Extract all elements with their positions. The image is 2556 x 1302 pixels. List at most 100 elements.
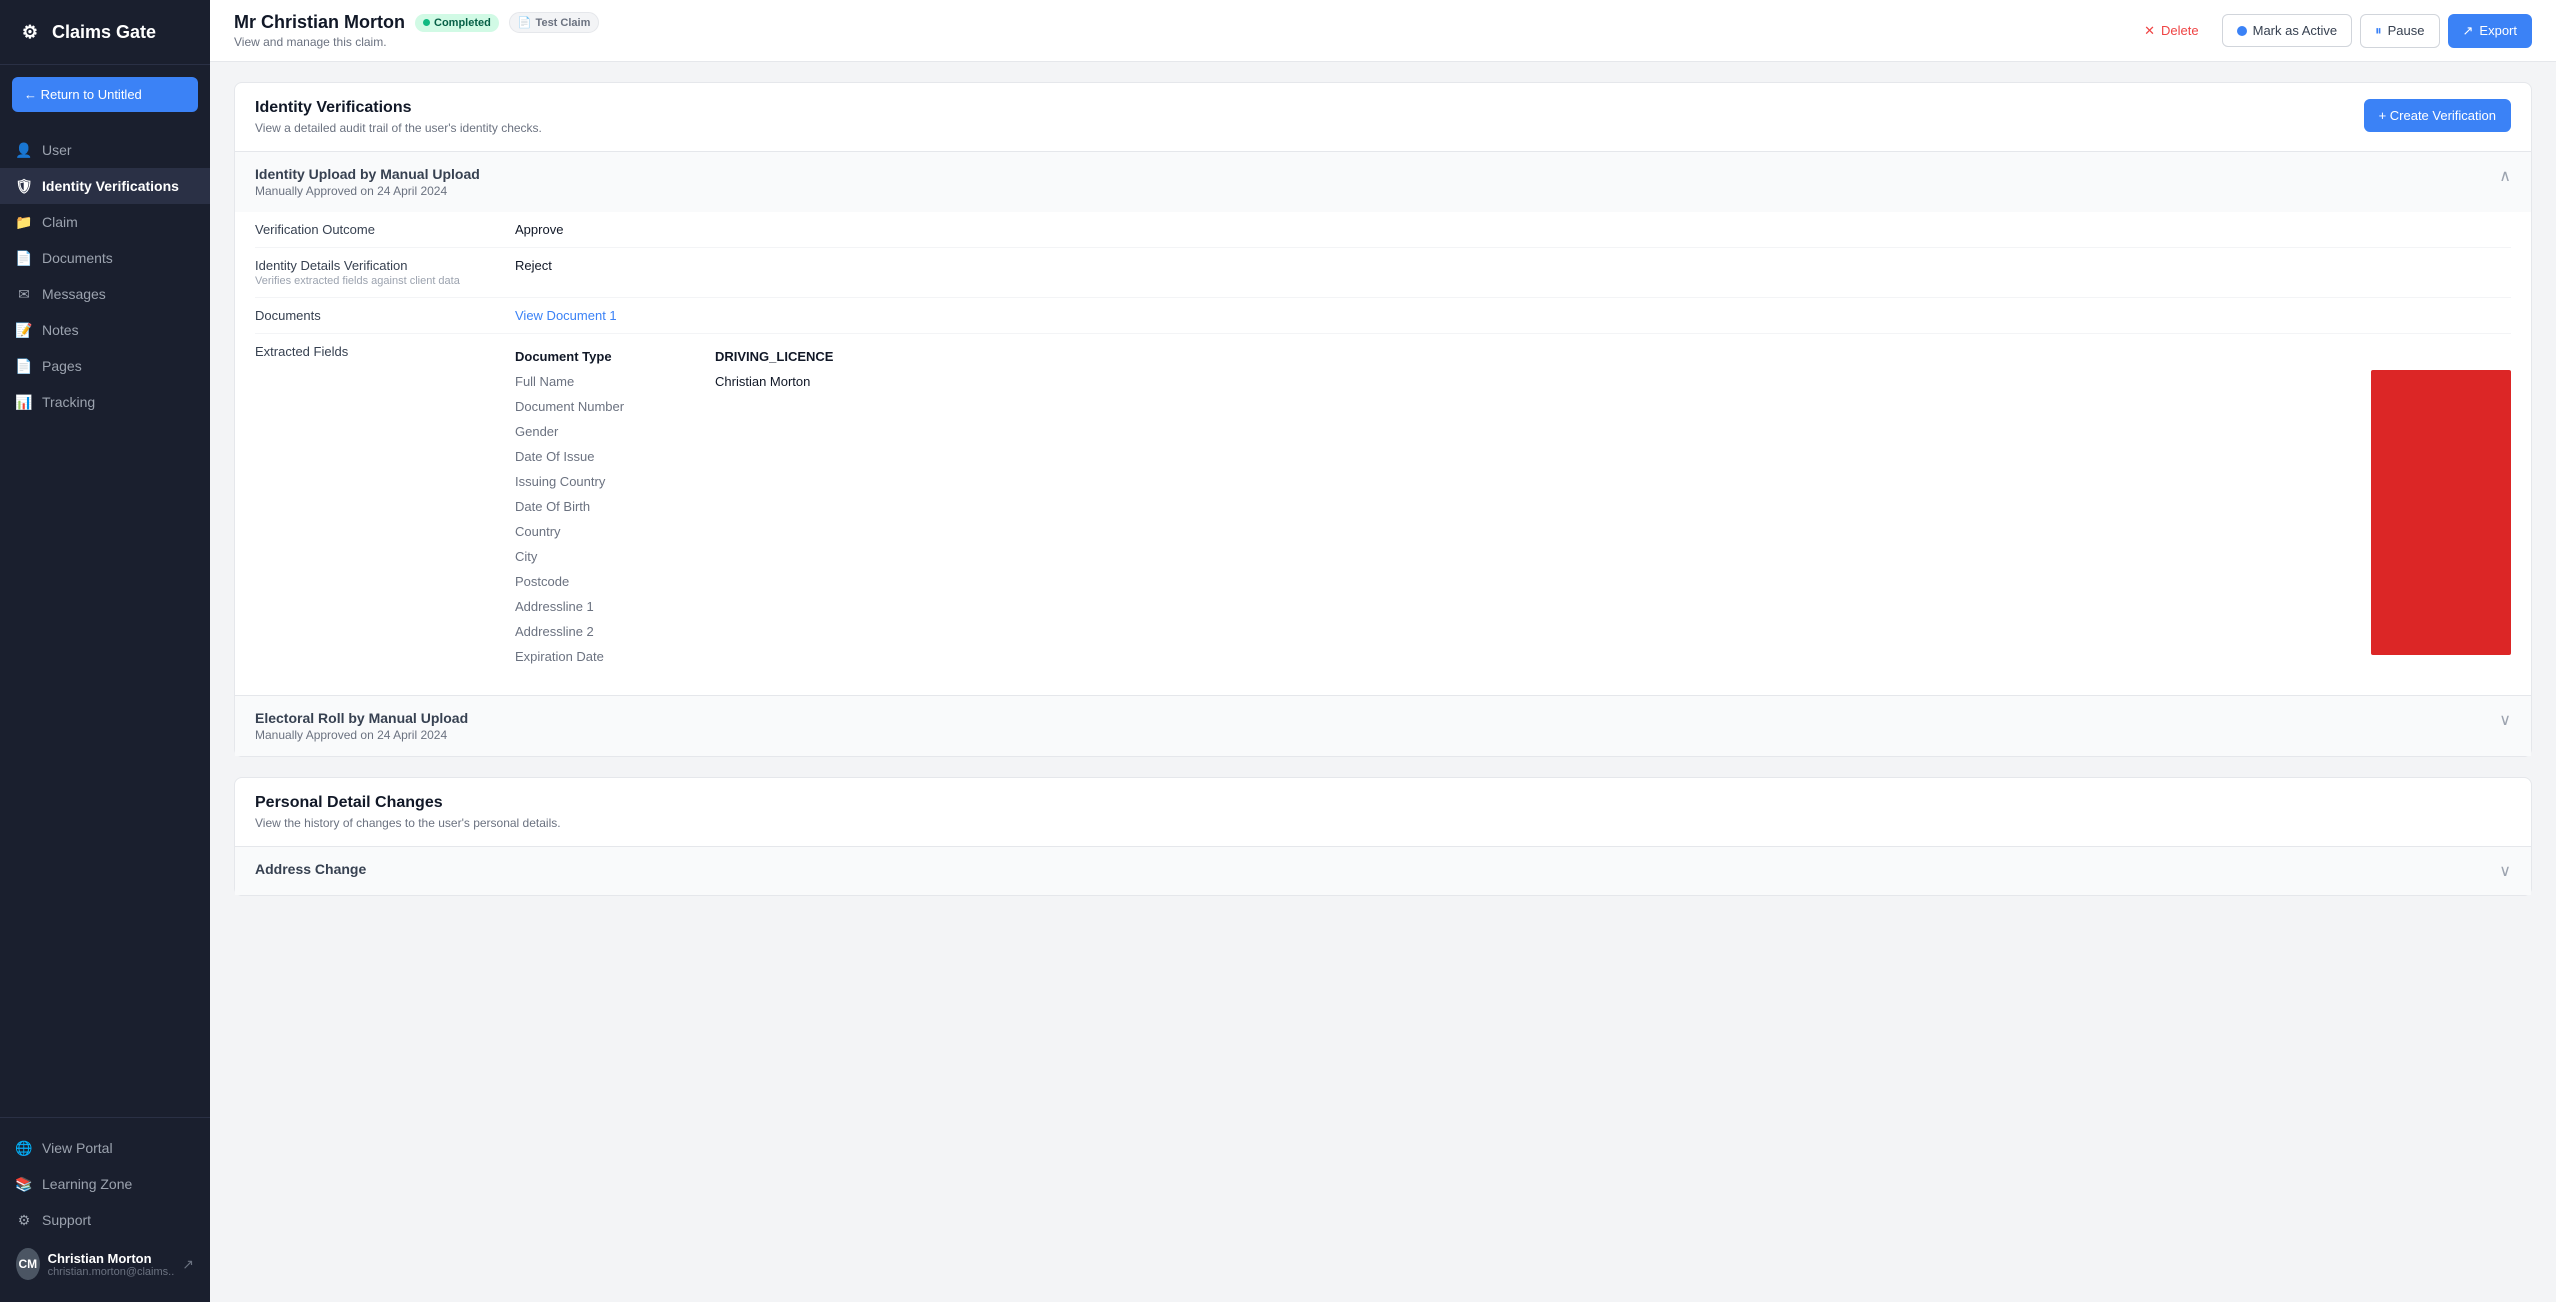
extracted-fullname-row: Full Name Christian Morton <box>515 369 2331 394</box>
sidebar-item-support[interactable]: ⚙ Support <box>0 1202 210 1238</box>
claim-icon: 📁 <box>16 214 32 230</box>
extracted-city-row: City <box>515 544 2331 569</box>
header-title-row: Mr Christian Morton Completed 📄 Test Cla… <box>234 12 599 33</box>
extracted-addr2-label: Addressline 2 <box>515 624 715 639</box>
address-change-header[interactable]: Address Change ∨ <box>235 847 2531 895</box>
identity-section-title: Identity Verifications <box>255 99 542 117</box>
extracted-issuingcountry-label: Issuing Country <box>515 474 715 489</box>
extracted-country-label: Country <box>515 524 715 539</box>
pause-icon: ⏸ <box>2375 23 2382 39</box>
support-icon: ⚙ <box>16 1212 32 1228</box>
completed-dot <box>423 19 430 26</box>
sidebar-item-documents-label: Documents <box>42 250 113 266</box>
identity-verifications-card: Identity Verifications View a detailed a… <box>234 82 2532 757</box>
electoral-title: Electoral Roll by Manual Upload <box>255 710 468 726</box>
documents-label: Documents <box>255 308 515 323</box>
extracted-fields-row: Extracted Fields Document Type DRIVING_L… <box>255 334 2511 679</box>
create-verification-button[interactable]: + Create Verification <box>2364 99 2511 132</box>
sidebar: ⚙ Claims Gate ← Return to Untitled 👤 Use… <box>0 0 210 1302</box>
app-name: Claims Gate <box>52 22 156 43</box>
electoral-roll-item: Electoral Roll by Manual Upload Manually… <box>235 695 2531 756</box>
extracted-postcode-row: Postcode <box>515 569 2331 594</box>
notes-icon: 📝 <box>16 322 32 338</box>
identity-details-sub: Verifies extracted fields against client… <box>255 275 515 287</box>
extracted-header-row: Document Type DRIVING_LICENCE <box>515 344 2331 369</box>
main-content: Mr Christian Morton Completed 📄 Test Cla… <box>210 0 2556 1302</box>
user-email: christian.morton@claims.. <box>48 1266 175 1278</box>
identity-section-subtitle: View a detailed audit trail of the user'… <box>255 121 542 135</box>
documents-value: View Document 1 <box>515 308 2511 323</box>
identity-upload-title: Identity Upload by Manual Upload <box>255 166 480 182</box>
return-label: ← Return to Untitled <box>24 87 142 102</box>
mark-active-icon <box>2237 26 2247 36</box>
identity-upload-title-block: Identity Upload by Manual Upload Manuall… <box>255 166 480 198</box>
redacted-image-block <box>2371 370 2511 655</box>
extracted-issuingcountry-row: Issuing Country <box>515 469 2331 494</box>
logout-icon[interactable]: ↗ <box>182 1256 194 1273</box>
verification-outcome-label: Verification Outcome <box>255 222 515 237</box>
identity-upload-subtitle: Manually Approved on 24 April 2024 <box>255 184 480 198</box>
user-avatar: CM <box>16 1248 40 1280</box>
user-icon: 👤 <box>16 142 32 158</box>
extracted-expiry-row: Expiration Date <box>515 644 2331 669</box>
client-name: Mr Christian Morton <box>234 12 405 33</box>
extracted-docnumber-row: Document Number <box>515 394 2331 419</box>
sidebar-item-messages[interactable]: ✉ Messages <box>0 276 210 312</box>
extracted-docnumber-label: Document Number <box>515 399 715 414</box>
personal-detail-subtitle: View the history of changes to the user'… <box>255 816 561 830</box>
sidebar-item-pages[interactable]: 📄 Pages <box>0 348 210 384</box>
identity-upload-body: Verification Outcome Approve Identity De… <box>235 212 2531 695</box>
header-left: Mr Christian Morton Completed 📄 Test Cla… <box>234 12 599 49</box>
messages-icon: ✉ <box>16 286 32 302</box>
documents-icon: 📄 <box>16 250 32 266</box>
export-button[interactable]: ↗ Export <box>2448 14 2532 48</box>
address-chevron-down-icon: ∨ <box>2499 861 2511 881</box>
extracted-gender-row: Gender <box>515 419 2331 444</box>
test-claim-icon: 📄 <box>518 16 532 29</box>
sidebar-user: CM Christian Morton christian.morton@cla… <box>0 1238 210 1290</box>
identity-header-text: Identity Verifications View a detailed a… <box>255 99 542 135</box>
personal-detail-header: Personal Detail Changes View the history… <box>235 778 2531 846</box>
sidebar-item-support-label: Support <box>42 1212 91 1228</box>
delete-icon: ✕ <box>2144 23 2155 39</box>
extracted-dob-label: Date Of Birth <box>515 499 715 514</box>
sidebar-item-learning-zone[interactable]: 📚 Learning Zone <box>0 1166 210 1202</box>
view-document-link[interactable]: View Document 1 <box>515 308 617 323</box>
logo-icon: ⚙ <box>16 18 44 46</box>
electoral-title-block: Electoral Roll by Manual Upload Manually… <box>255 710 468 742</box>
sidebar-item-learning-label: Learning Zone <box>42 1176 132 1192</box>
mark-active-button[interactable]: Mark as Active <box>2222 14 2353 47</box>
identity-details-row: Identity Details Verification Verifies e… <box>255 248 2511 298</box>
documents-row: Documents View Document 1 <box>255 298 2511 334</box>
sidebar-item-claim[interactable]: 📁 Claim <box>0 204 210 240</box>
identity-details-label: Identity Details Verification Verifies e… <box>255 258 515 287</box>
pause-button[interactable]: ⏸ Pause <box>2360 14 2439 48</box>
extracted-fields-table: Document Type DRIVING_LICENCE Full Name … <box>515 344 2331 669</box>
sidebar-item-user[interactable]: 👤 User <box>0 132 210 168</box>
sidebar-item-documents[interactable]: 📄 Documents <box>0 240 210 276</box>
sidebar-item-notes[interactable]: 📝 Notes <box>0 312 210 348</box>
globe-icon: 🌐 <box>16 1140 32 1156</box>
shield-icon: 🛡 <box>16 178 32 194</box>
sidebar-item-view-portal[interactable]: 🌐 View Portal <box>0 1130 210 1166</box>
verification-outcome-row: Verification Outcome Approve <box>255 212 2511 248</box>
personal-detail-text: Personal Detail Changes View the history… <box>255 794 561 830</box>
extracted-city-label: City <box>515 549 715 564</box>
export-icon: ↗ <box>2463 23 2474 39</box>
delete-button[interactable]: ✕ Delete <box>2129 14 2213 48</box>
sidebar-bottom: 🌐 View Portal 📚 Learning Zone ⚙ Support … <box>0 1117 210 1302</box>
extracted-dateissue-label: Date Of Issue <box>515 449 715 464</box>
extracted-dateissue-row: Date Of Issue <box>515 444 2331 469</box>
chevron-up-icon: ∧ <box>2499 166 2511 186</box>
extracted-addr1-label: Addressline 1 <box>515 599 715 614</box>
return-to-untitled-button[interactable]: ← Return to Untitled <box>12 77 198 112</box>
sidebar-item-portal-label: View Portal <box>42 1140 113 1156</box>
user-info: Christian Morton christian.morton@claims… <box>48 1251 175 1278</box>
page-header: Mr Christian Morton Completed 📄 Test Cla… <box>210 0 2556 62</box>
status-test-badge: 📄 Test Claim <box>509 12 600 33</box>
sidebar-item-user-label: User <box>42 142 72 158</box>
sidebar-item-identity-verifications[interactable]: 🛡 Identity Verifications <box>0 168 210 204</box>
sidebar-item-tracking[interactable]: 📊 Tracking <box>0 384 210 420</box>
identity-upload-header[interactable]: Identity Upload by Manual Upload Manuall… <box>235 152 2531 212</box>
electoral-roll-header[interactable]: Electoral Roll by Manual Upload Manually… <box>235 696 2531 756</box>
